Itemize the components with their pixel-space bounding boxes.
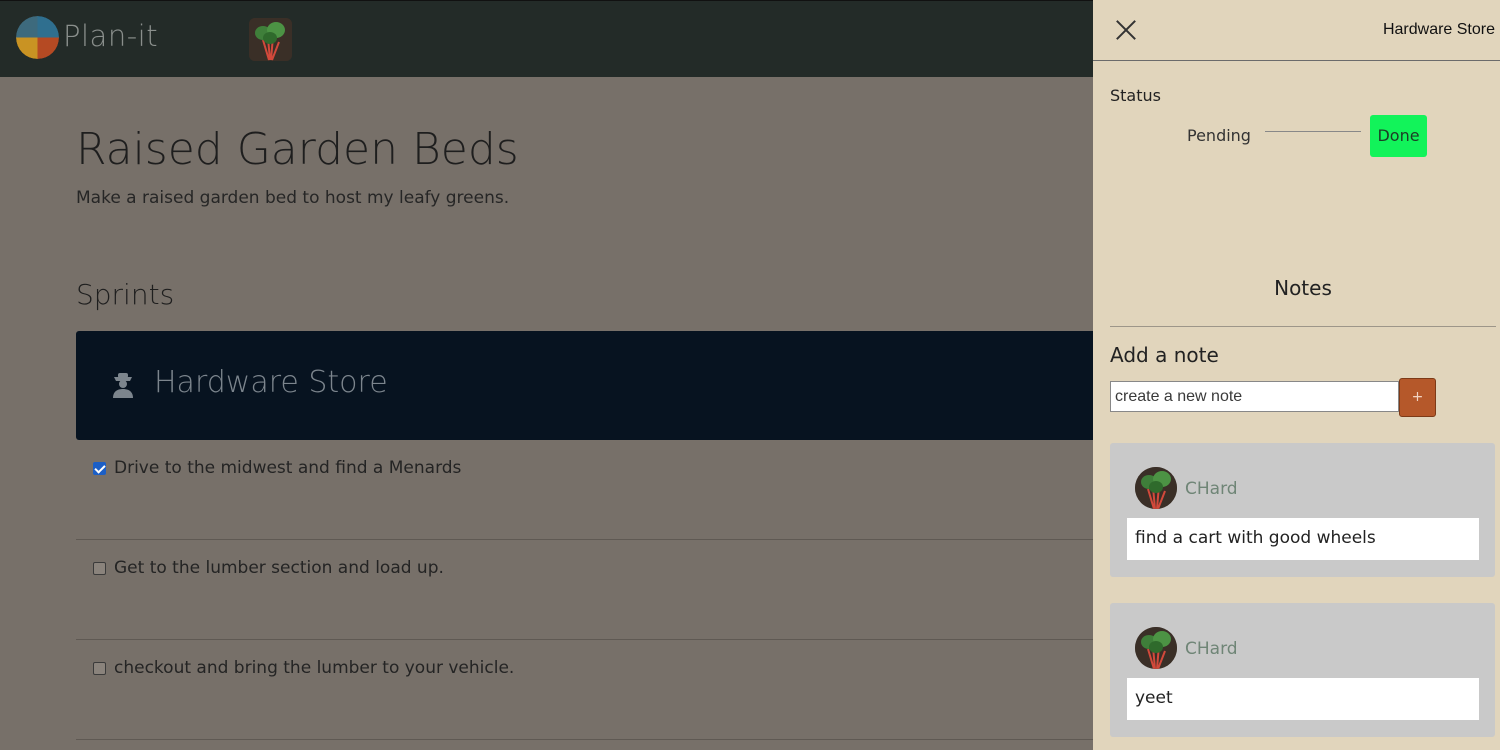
user-avatar[interactable]	[249, 18, 292, 61]
task-checkbox[interactable]	[93, 462, 106, 475]
drawer-title: Hardware Store	[1382, 21, 1495, 38]
add-note-button[interactable]: +	[1399, 378, 1436, 417]
notes-divider	[1110, 326, 1496, 327]
project-description: Make a raised garden bed to host my leaf…	[76, 188, 510, 208]
status-connector	[1265, 131, 1361, 132]
task-label: Drive to the midwest and find a Menards	[114, 458, 462, 478]
status-option-done[interactable]: Done	[1370, 115, 1427, 157]
task-label: checkout and bring the lumber to your ve…	[114, 658, 515, 678]
drawer-header: Hardware Store	[1093, 0, 1500, 61]
sprint-card-hardware-store[interactable]: Hardware Store	[76, 331, 1106, 440]
note-author: CHard	[1185, 639, 1238, 659]
person-hat-icon	[110, 371, 136, 399]
app-name[interactable]: Plan-it	[63, 19, 158, 53]
task-row: Drive to the midwest and find a Menards	[76, 440, 1106, 540]
note-text: yeet	[1127, 678, 1479, 720]
add-note-label: Add a note	[1110, 343, 1219, 367]
sprint-detail-drawer: Hardware Store Status Pending Done Notes…	[1093, 0, 1500, 750]
note-author-avatar	[1135, 627, 1177, 669]
note-card: CHard find a cart with good wheels	[1110, 443, 1495, 577]
task-row: checkout and bring the lumber to your ve…	[76, 640, 1106, 740]
note-author-avatar	[1135, 467, 1177, 509]
sprints-heading: Sprints	[76, 278, 175, 311]
note-text: find a cart with good wheels	[1127, 518, 1479, 560]
status-label: Status	[1110, 86, 1161, 105]
note-card: CHard yeet	[1110, 603, 1495, 737]
sprint-title: Hardware Store	[154, 365, 388, 400]
notes-heading: Notes	[1274, 276, 1332, 300]
status-option-pending[interactable]: Pending	[1187, 126, 1251, 145]
new-note-input[interactable]	[1110, 381, 1399, 412]
plan-it-logo-icon[interactable]	[16, 16, 59, 59]
task-row: Get to the lumber section and load up.	[76, 540, 1106, 640]
note-author: CHard	[1185, 479, 1238, 499]
page-title: Raised Garden Beds	[76, 124, 519, 175]
task-label: Get to the lumber section and load up.	[114, 558, 444, 578]
task-checkbox[interactable]	[93, 562, 106, 575]
close-icon[interactable]	[1115, 19, 1137, 41]
task-checkbox[interactable]	[93, 662, 106, 675]
